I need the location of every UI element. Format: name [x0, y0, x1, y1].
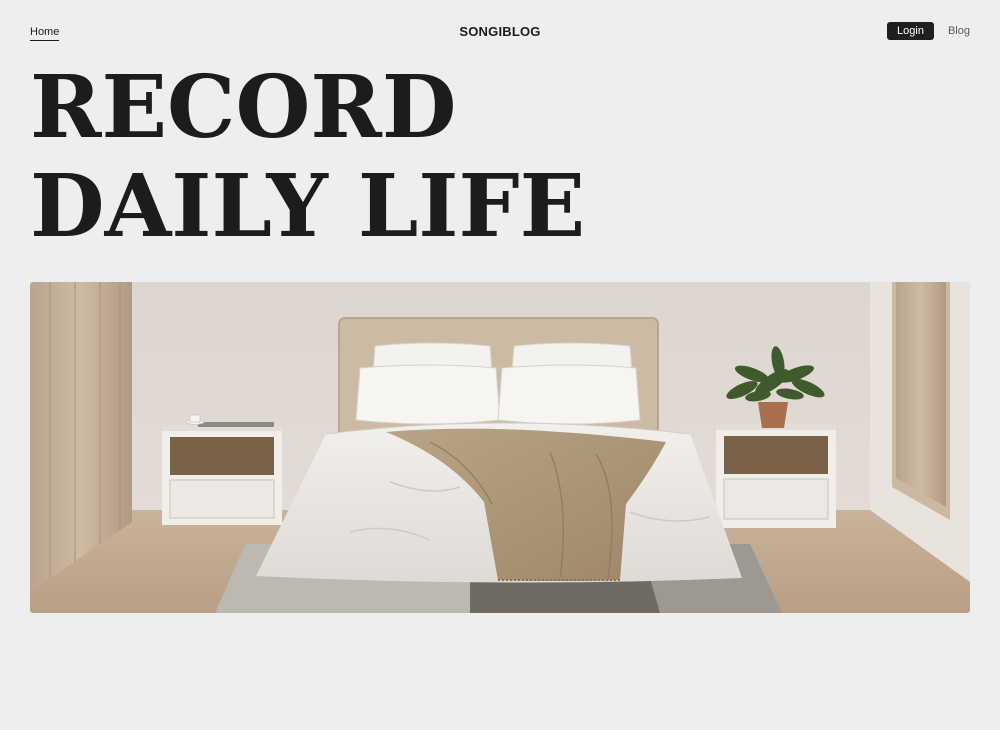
brand-logo[interactable]: SONGIBLOG: [459, 24, 540, 39]
top-nav: Home SONGIBLOG Login Blog: [30, 22, 970, 44]
nav-actions: Login Blog: [887, 22, 970, 40]
nav-blog-link[interactable]: Blog: [948, 22, 970, 40]
hero-title-line-2: DAILY LIFE: [30, 156, 586, 257]
hero-title-line-1: RECORD: [30, 57, 457, 158]
hero-bedroom-image: [30, 282, 970, 613]
hero-title: RECORD DAILY LIFE: [30, 58, 585, 256]
nav-home-link[interactable]: Home: [30, 26, 60, 41]
login-button[interactable]: Login: [887, 22, 934, 40]
